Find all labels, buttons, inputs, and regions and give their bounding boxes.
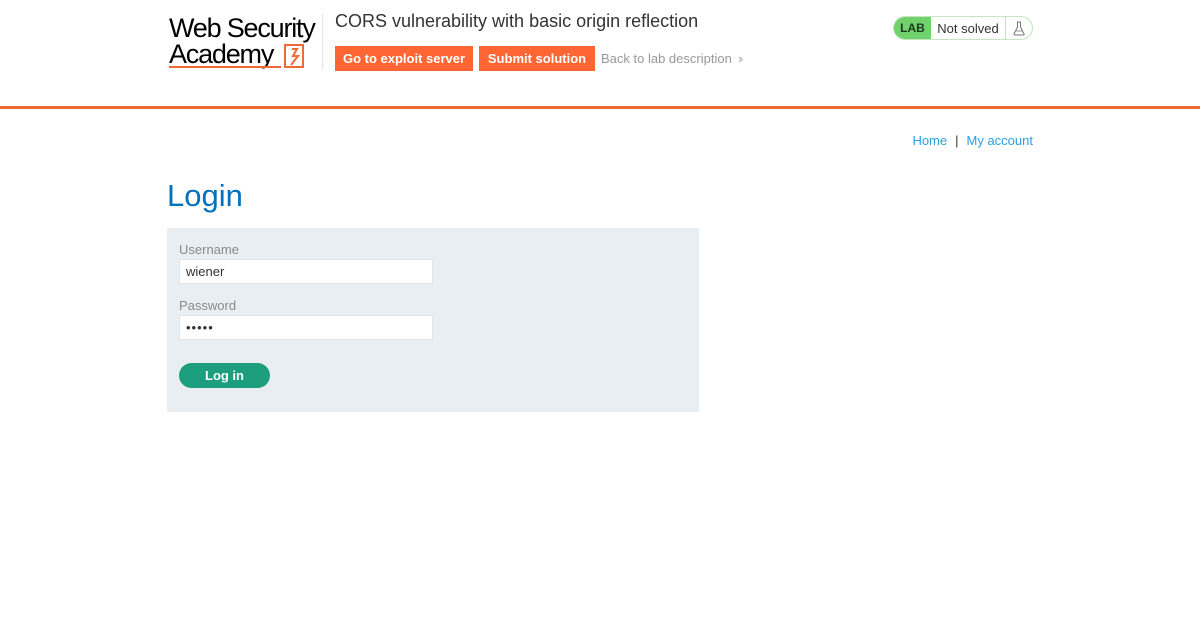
username-label: Username — [179, 242, 239, 257]
nav-home-link[interactable]: Home — [912, 133, 947, 148]
lab-status-widget: LAB Not solved — [893, 16, 1033, 40]
top-nav: Home | My account — [912, 133, 1033, 148]
logo-underline — [169, 66, 281, 68]
lab-header: Web Security Academy CORS vulnerability … — [0, 0, 1200, 109]
logo-text-line1: Web Security — [169, 13, 316, 43]
header-divider — [322, 14, 323, 70]
password-input[interactable] — [179, 315, 433, 340]
username-input[interactable] — [179, 259, 433, 284]
submit-solution-button[interactable]: Submit solution — [479, 46, 595, 71]
double-chevron-right-icon: ›› — [737, 51, 743, 66]
flask-icon — [1005, 17, 1032, 39]
back-to-lab-description-link[interactable]: Back to lab description ›› — [601, 51, 743, 66]
lightning-mark-icon — [284, 44, 304, 68]
nav-my-account-link[interactable]: My account — [967, 133, 1033, 148]
lab-title: CORS vulnerability with basic origin ref… — [335, 11, 699, 31]
page-title: Login — [167, 178, 243, 213]
web-security-academy-logo[interactable]: Web Security Academy — [169, 14, 321, 72]
nav-separator: | — [955, 133, 959, 148]
lab-status-text: Not solved — [937, 20, 999, 36]
lab-badge: LAB — [894, 17, 931, 39]
login-form: Username Password Log in — [167, 228, 699, 412]
back-link-label: Back to lab description — [601, 51, 732, 66]
login-button[interactable]: Log in — [179, 363, 270, 388]
exploit-server-button[interactable]: Go to exploit server — [335, 46, 473, 71]
logo-text-line2: Academy — [169, 39, 274, 69]
password-label: Password — [179, 298, 237, 313]
